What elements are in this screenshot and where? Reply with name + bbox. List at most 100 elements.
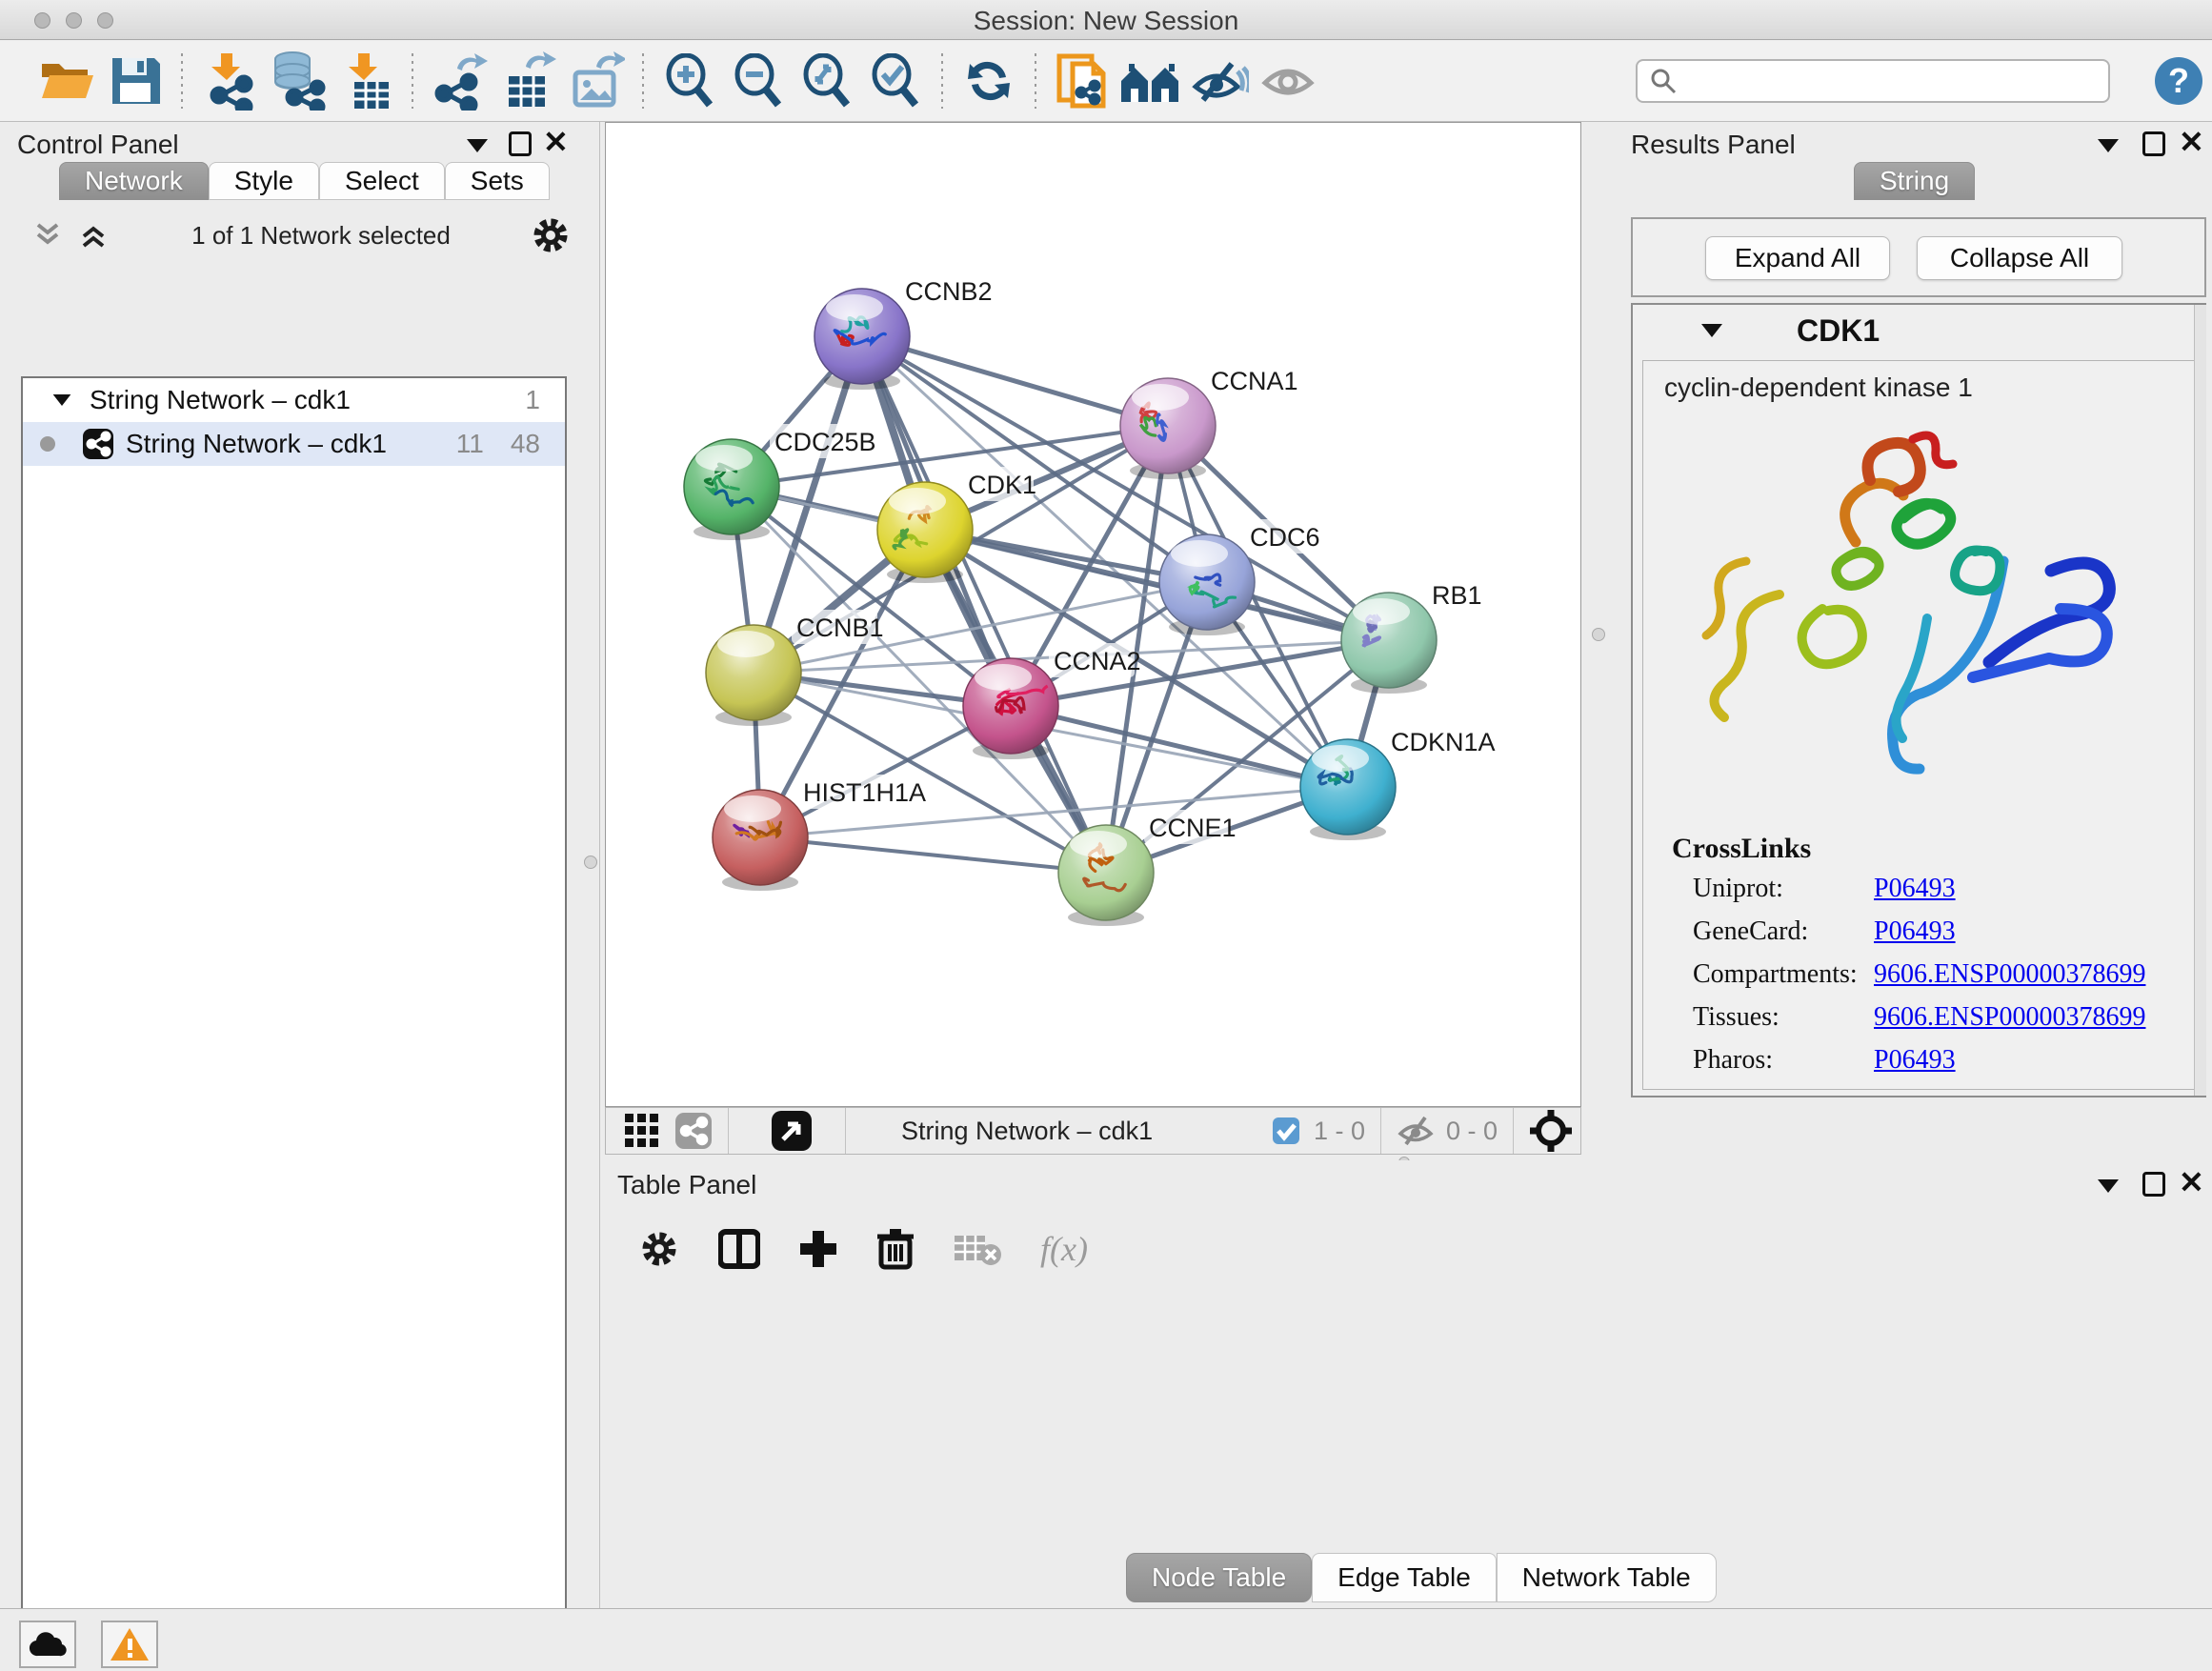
zoom-selected-button[interactable] bbox=[861, 50, 930, 111]
show-columns-icon[interactable] bbox=[718, 1228, 760, 1270]
results-panel-float-icon[interactable] bbox=[2142, 131, 2165, 156]
tab-string[interactable]: String bbox=[1854, 162, 1975, 200]
results-scrollbar[interactable] bbox=[2194, 305, 2206, 1096]
node-label-CCNE1: CCNE1 bbox=[1149, 814, 1237, 842]
import-network-from-database-button[interactable] bbox=[263, 50, 332, 111]
crosslink-uniprot-link[interactable]: P06493 bbox=[1874, 874, 1956, 904]
results-panel-collapse-icon[interactable] bbox=[2098, 139, 2119, 152]
collapse-all-button[interactable]: Collapse All bbox=[1917, 236, 2122, 280]
protein-card-expander-icon[interactable] bbox=[1701, 324, 1722, 337]
crosslink-compartments-link[interactable]: 9606.ENSP00000378699 bbox=[1874, 959, 2145, 990]
selected-checkbox-icon[interactable] bbox=[1272, 1117, 1300, 1145]
hide-selected-button[interactable] bbox=[1185, 50, 1254, 111]
crosslink-pharos-link[interactable]: P06493 bbox=[1874, 1045, 1956, 1076]
zoom-selected-icon bbox=[868, 53, 923, 109]
node-CCNB1[interactable] bbox=[706, 625, 801, 726]
zoom-out-button[interactable] bbox=[724, 50, 793, 111]
add-column-icon[interactable] bbox=[798, 1229, 838, 1269]
zoom-fit-button[interactable] bbox=[793, 50, 861, 111]
expand-all-icon[interactable] bbox=[80, 221, 112, 250]
search-input[interactable] bbox=[1678, 67, 2087, 96]
table-panel-close-icon[interactable]: ✕ bbox=[2179, 1170, 2204, 1195]
control-panel-float-icon[interactable] bbox=[509, 131, 532, 156]
selected-counts: 1 - 0 bbox=[1314, 1117, 1365, 1146]
navbar-separator bbox=[1380, 1108, 1381, 1154]
node-CCNA2[interactable] bbox=[963, 658, 1058, 759]
network-canvas[interactable]: CCNB2CCNA1CDC25BCDK1CDC6RB1CCNB1CCNA2CDK… bbox=[605, 122, 1581, 1107]
node-highlight bbox=[826, 294, 883, 321]
node-CDK1[interactable] bbox=[877, 482, 973, 583]
tab-sets[interactable]: Sets bbox=[445, 162, 550, 200]
table-panel-float-icon[interactable] bbox=[2142, 1172, 2165, 1197]
hidden-eye-icon[interactable] bbox=[1397, 1115, 1435, 1147]
import-table-button[interactable] bbox=[332, 50, 400, 111]
node-count: 11 bbox=[456, 429, 484, 459]
string-protein-query-button[interactable] bbox=[1116, 50, 1185, 111]
save-session-button[interactable] bbox=[101, 50, 170, 111]
node-CCNA1[interactable] bbox=[1120, 378, 1216, 479]
cloud-button[interactable] bbox=[19, 1621, 76, 1668]
network-tree-root-row[interactable]: String Network – cdk1 1 bbox=[23, 378, 565, 422]
toolbar-separator bbox=[412, 53, 413, 109]
results-button-box: Expand All Collapse All bbox=[1631, 217, 2206, 297]
apply-layout-button[interactable] bbox=[955, 50, 1023, 111]
node-CDC6[interactable] bbox=[1159, 534, 1255, 635]
tab-network-table[interactable]: Network Table bbox=[1497, 1553, 1717, 1602]
network-view-icon[interactable] bbox=[674, 1112, 713, 1150]
table-toolbar: f(x) bbox=[638, 1227, 1088, 1271]
network-collection-label: String Network – cdk1 bbox=[90, 385, 351, 415]
tree-expander-icon[interactable] bbox=[53, 394, 71, 406]
tab-select[interactable]: Select bbox=[319, 162, 445, 200]
collapse-all-icon[interactable] bbox=[34, 221, 67, 250]
left-splitter-handle[interactable] bbox=[584, 856, 597, 869]
node-CDC25B[interactable] bbox=[684, 439, 779, 540]
show-all-button[interactable] bbox=[1254, 50, 1322, 111]
open-session-button[interactable] bbox=[32, 50, 101, 111]
table-options-gear-icon[interactable] bbox=[638, 1228, 680, 1270]
crosslink-tissues-link[interactable]: 9606.ENSP00000378699 bbox=[1874, 1002, 2145, 1033]
expand-all-button[interactable]: Expand All bbox=[1705, 236, 1890, 280]
clone-network-button[interactable] bbox=[1048, 50, 1116, 111]
network-tree-child-row[interactable]: String Network – cdk1 11 48 bbox=[23, 422, 565, 466]
delete-table-icon[interactable] bbox=[953, 1230, 1002, 1268]
help-button[interactable]: ? bbox=[2155, 57, 2202, 105]
tab-style[interactable]: Style bbox=[209, 162, 319, 200]
table-panel-collapse-icon[interactable] bbox=[2098, 1179, 2119, 1193]
function-builder-button[interactable]: f(x) bbox=[1040, 1229, 1088, 1269]
node-RB1[interactable] bbox=[1341, 593, 1437, 694]
protein-card-header[interactable]: CDK1 bbox=[1633, 305, 2204, 356]
network-options-gear-icon[interactable] bbox=[530, 214, 572, 256]
tab-node-table[interactable]: Node Table bbox=[1126, 1553, 1312, 1602]
crosslink-genecard-link[interactable]: P06493 bbox=[1874, 916, 1956, 947]
network-tree: String Network – cdk1 1 String Network –… bbox=[21, 376, 567, 1671]
zoom-in-button[interactable] bbox=[655, 50, 724, 111]
right-splitter-handle[interactable] bbox=[1592, 628, 1605, 641]
protein-name: CDK1 bbox=[1797, 313, 1880, 349]
node-CDKN1A[interactable] bbox=[1300, 739, 1396, 840]
control-panel-close-icon[interactable]: ✕ bbox=[543, 130, 569, 154]
export-table-button[interactable] bbox=[493, 50, 562, 111]
birdseye-crosshair-icon[interactable] bbox=[1529, 1109, 1573, 1153]
export-image-button[interactable] bbox=[562, 50, 631, 111]
node-label-CDC6: CDC6 bbox=[1250, 523, 1320, 552]
node-highlight bbox=[1132, 384, 1189, 411]
delete-column-trash-icon[interactable] bbox=[876, 1227, 915, 1271]
export-network-button[interactable] bbox=[425, 50, 493, 111]
protein-structure-image bbox=[1689, 418, 2137, 818]
grid-view-icon[interactable] bbox=[623, 1112, 661, 1150]
node-label-RB1: RB1 bbox=[1432, 581, 1482, 610]
tab-edge-table[interactable]: Edge Table bbox=[1312, 1553, 1497, 1602]
node-label-HIST1H1A: HIST1H1A bbox=[803, 778, 926, 807]
node-CCNE1[interactable] bbox=[1058, 825, 1154, 926]
edge-count: 48 bbox=[511, 429, 540, 459]
node-HIST1H1A[interactable] bbox=[713, 790, 808, 891]
import-network-button[interactable] bbox=[194, 50, 263, 111]
node-label-CCNA1: CCNA1 bbox=[1211, 367, 1298, 395]
results-panel-close-icon[interactable]: ✕ bbox=[2179, 130, 2204, 154]
tab-network[interactable]: Network bbox=[59, 162, 209, 200]
cloud-icon bbox=[29, 1631, 67, 1658]
warnings-button[interactable] bbox=[101, 1621, 158, 1668]
detach-view-icon[interactable] bbox=[771, 1110, 813, 1152]
network-graph[interactable]: CCNB2CCNA1CDC25BCDK1CDC6RB1CCNB1CCNA2CDK… bbox=[606, 123, 1580, 1106]
control-panel-collapse-icon[interactable] bbox=[467, 139, 488, 152]
